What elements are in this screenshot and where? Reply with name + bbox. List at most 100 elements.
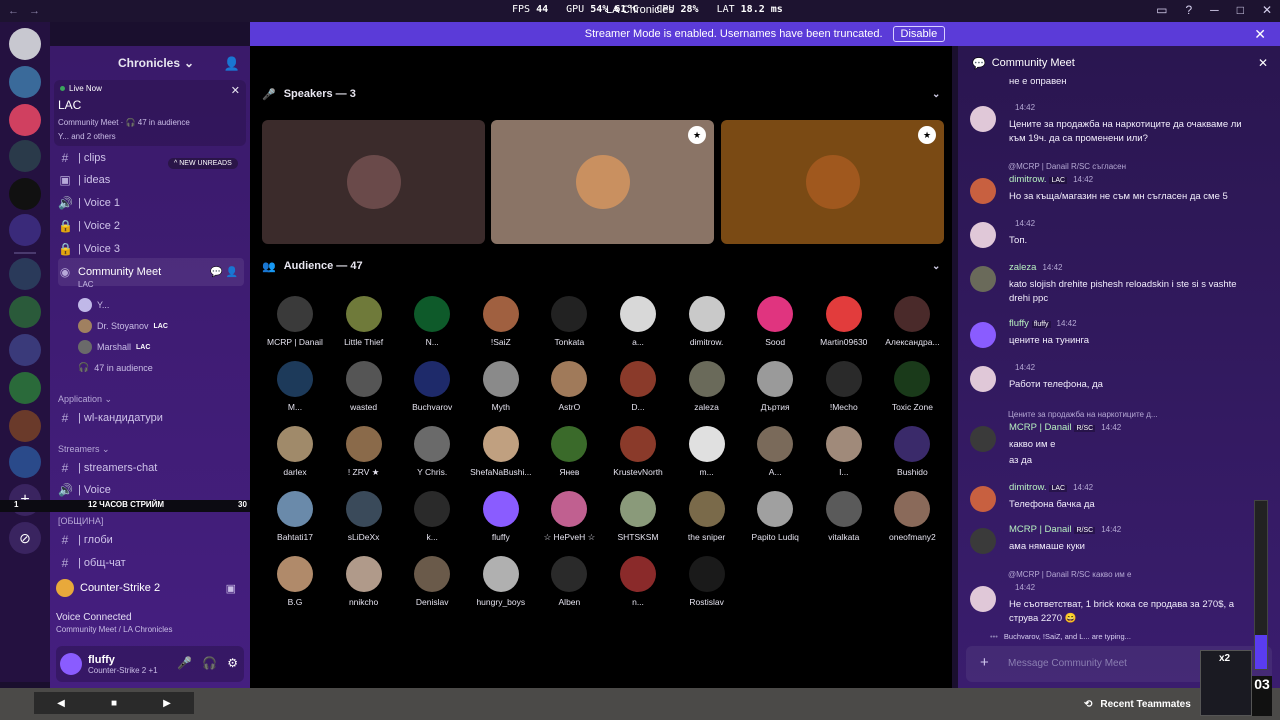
help-icon[interactable]: ? — [1185, 3, 1192, 17]
close-icon[interactable]: ✕ — [1258, 56, 1268, 70]
audience-header[interactable]: 👥 Audience — 47 ⌄ — [262, 258, 940, 274]
chat-message[interactable]: MCRP | Danail R/SC 14:42 какво им е аз да — [970, 422, 1260, 466]
avatar[interactable] — [970, 366, 996, 392]
minimize-icon[interactable]: ─ — [1210, 3, 1219, 17]
audience-member[interactable]: D... — [605, 361, 671, 412]
maximize-icon[interactable]: □ — [1237, 3, 1244, 17]
server-folder-icon[interactable] — [9, 372, 41, 404]
audience-member[interactable]: SHTSKSM — [605, 491, 671, 542]
add-attachment-icon[interactable]: + — [980, 654, 989, 671]
audience-member[interactable]: !SaiZ — [468, 296, 534, 347]
avatar[interactable] — [970, 106, 996, 132]
channel-voice[interactable]: 🔊 | Voice — [58, 480, 244, 500]
audience-member[interactable]: sLiDeXx — [331, 491, 397, 542]
avatar[interactable] — [970, 486, 996, 512]
audience-member[interactable]: MCRP | Danail — [262, 296, 328, 347]
audience-count[interactable]: 🎧 47 in audience — [78, 362, 153, 373]
mic-muted-icon[interactable]: 🎤 — [177, 656, 192, 670]
channel-voice-2[interactable]: 🔒 | Voice 2 — [58, 216, 244, 236]
chat-message[interactable]: fluffy fluffy 14:42 цените на тунинга — [970, 318, 1260, 358]
audience-member[interactable]: Papito Ludiq — [742, 491, 808, 542]
reply-preview[interactable]: @MCRP | Danail R/SC съгласен — [1008, 162, 1126, 171]
speaker-tile[interactable]: ★ — [721, 120, 944, 244]
server-folder-icon[interactable] — [9, 258, 41, 290]
category-streamers[interactable]: Streamers ⌄ — [58, 444, 110, 455]
audience-member[interactable]: m... — [674, 426, 740, 477]
speaker-tile[interactable] — [262, 120, 485, 244]
recent-teammates[interactable]: ⟲ Recent Teammates — [1080, 688, 1200, 720]
avatar[interactable] — [970, 178, 996, 204]
server-icon[interactable] — [9, 214, 41, 246]
close-window-icon[interactable]: ✕ — [1262, 3, 1272, 17]
avatar[interactable] — [970, 586, 996, 612]
server-folder-icon[interactable] — [9, 296, 41, 328]
prev-icon[interactable]: ◀ — [57, 698, 65, 709]
channel-wl[interactable]: # | wl-кандидатури — [58, 408, 244, 428]
audience-member[interactable]: Rostislav — [674, 556, 740, 607]
back-arrow-icon[interactable]: ← — [8, 5, 19, 17]
chat-message[interactable]: dimitrow. LAC 14:42 Телефона бачка да — [970, 482, 1260, 522]
inbox-icon[interactable]: ▭ — [1156, 3, 1167, 17]
audience-member[interactable]: Myth — [468, 361, 534, 412]
audience-member[interactable]: zaleza — [674, 361, 740, 412]
category-application[interactable]: Application ⌄ — [58, 394, 112, 405]
server-folder-icon[interactable] — [9, 446, 41, 478]
disable-button[interactable]: Disable — [892, 26, 946, 42]
channel-ideas[interactable]: ▣ | ideas — [58, 170, 244, 190]
channel-obsht-chat[interactable]: # | общ-чат — [58, 553, 244, 573]
audience-member[interactable]: Sood — [742, 296, 808, 347]
category-general[interactable]: [ОБЩИНА] — [58, 516, 103, 526]
audience-member[interactable]: n... — [605, 556, 671, 607]
channel-voice-1[interactable]: 🔊 | Voice 1 — [58, 193, 244, 213]
settings-gear-icon[interactable]: ⚙ — [227, 656, 238, 670]
avatar[interactable] — [970, 266, 996, 292]
headphones-icon[interactable]: 🎧 — [202, 656, 217, 670]
audience-member[interactable]: !Mecho — [811, 361, 877, 412]
chat-message[interactable]: 14:42 Не съответстват, 1 brick кока се пр… — [970, 582, 1260, 624]
audience-member[interactable]: Martin09630 — [811, 296, 877, 347]
author-name[interactable]: dimitrow. — [1009, 174, 1046, 185]
server-folder-icon[interactable] — [9, 334, 41, 366]
audience-member[interactable]: ☆ HePveH ☆ — [536, 491, 602, 543]
stop-icon[interactable]: ■ — [111, 698, 117, 709]
reply-preview[interactable]: Цените за продажба на наркотиците д... — [1008, 410, 1158, 419]
audience-member[interactable]: Tonkata — [536, 296, 602, 347]
stage-member[interactable]: Marshall LAC — [78, 340, 150, 354]
audience-member[interactable]: Bahtati17 — [262, 491, 328, 542]
author-name[interactable]: dimitrow. — [1009, 482, 1046, 493]
server-folder-icon[interactable] — [9, 410, 41, 442]
audience-member[interactable]: Alben — [536, 556, 602, 607]
chat-message[interactable]: 14:42 Работи телефона, да — [970, 362, 1260, 402]
audience-member[interactable]: B.G — [262, 556, 328, 607]
audience-member[interactable]: Buchvarov — [399, 361, 465, 412]
server-header[interactable]: Chronicles ⌄ 👤 — [50, 46, 250, 80]
chevron-down-icon[interactable]: ⌄ — [932, 89, 940, 100]
chat-message[interactable]: MCRP | Danail R/SC 14:42 ама нямаше куки — [970, 524, 1260, 564]
live-now-card[interactable]: Live Now LAC Community Meet · 🎧 47 in au… — [54, 80, 246, 146]
author-name[interactable]: fluffy — [1009, 318, 1029, 329]
new-unreads-pill[interactable]: ^ NEW UNREADS — [168, 158, 238, 169]
audience-member[interactable]: M... — [262, 361, 328, 412]
author-name[interactable]: MCRP | Danail — [1009, 422, 1071, 433]
audience-member[interactable]: A... — [742, 426, 808, 477]
audience-member[interactable]: AstrO — [536, 361, 602, 412]
audience-member[interactable]: Denislav — [399, 556, 465, 607]
audience-member[interactable]: KrustevNorth — [605, 426, 671, 477]
stage-member[interactable]: Dr. Stoyanov LAC — [78, 319, 168, 333]
channel-streamers-chat[interactable]: # | streamers-chat — [58, 458, 244, 478]
avatar[interactable] — [970, 222, 996, 248]
avatar[interactable] — [970, 528, 996, 554]
forward-arrow-icon[interactable]: → — [29, 5, 40, 17]
channel-voice-3[interactable]: 🔒 | Voice 3 — [58, 239, 244, 259]
speakers-header[interactable]: 🎤 Speakers — 3 ⌄ — [262, 86, 940, 102]
audience-member[interactable]: Toxic Zone — [879, 361, 945, 412]
activity-card[interactable]: Counter-Strike 2 ▣ — [56, 576, 244, 600]
audience-member[interactable]: nnikcho — [331, 556, 397, 607]
author-name[interactable]: zaleza — [1009, 262, 1036, 273]
audience-member[interactable]: wasted — [331, 361, 397, 412]
avatar[interactable] — [60, 653, 82, 675]
audience-member[interactable]: Y Chris. — [399, 426, 465, 477]
server-icon[interactable] — [9, 140, 41, 172]
chat-message[interactable]: dimitrow. LAC 14:42 Но за къща/магазин не с… — [970, 174, 1260, 214]
chat-message[interactable]: 14:42 Топ. — [970, 218, 1260, 258]
